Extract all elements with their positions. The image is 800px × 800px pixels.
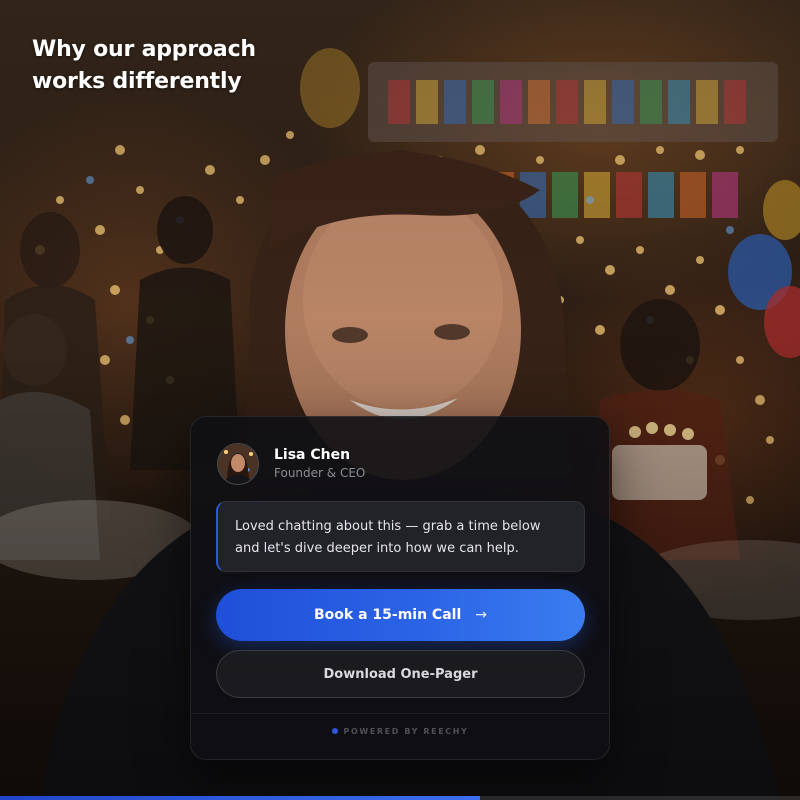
download-one-pager-button[interactable]: Download One-Pager xyxy=(216,650,585,698)
profile-name: Lisa Chen xyxy=(274,447,351,463)
card-divider xyxy=(191,713,609,714)
powered-by-badge: POWERED BY REECHY xyxy=(191,724,609,738)
video-progress-fill xyxy=(0,796,480,800)
video-stage: Why our approach works differently Lisa … xyxy=(0,0,800,800)
arrow-right-icon: → xyxy=(475,607,487,623)
cta-card: Lisa Chen Founder & CEO Loved chatting a… xyxy=(190,416,610,760)
book-call-label: Book a 15-min Call xyxy=(314,607,462,623)
profile-header: Lisa Chen Founder & CEO xyxy=(217,443,365,485)
message-text: Loved chatting about this — grab a time … xyxy=(235,519,541,556)
book-call-button[interactable]: Book a 15-min Call → xyxy=(216,589,585,641)
download-one-pager-label: Download One-Pager xyxy=(323,666,478,682)
brand-dot-icon xyxy=(331,728,338,734)
avatar xyxy=(217,443,259,485)
profile-role: Founder & CEO xyxy=(274,466,366,480)
message-bubble: Loved chatting about this — grab a time … xyxy=(216,501,585,572)
powered-by-text: POWERED BY REECHY xyxy=(343,726,469,736)
video-progress-bar[interactable] xyxy=(0,796,800,800)
headline: Why our approach works differently xyxy=(32,37,256,94)
